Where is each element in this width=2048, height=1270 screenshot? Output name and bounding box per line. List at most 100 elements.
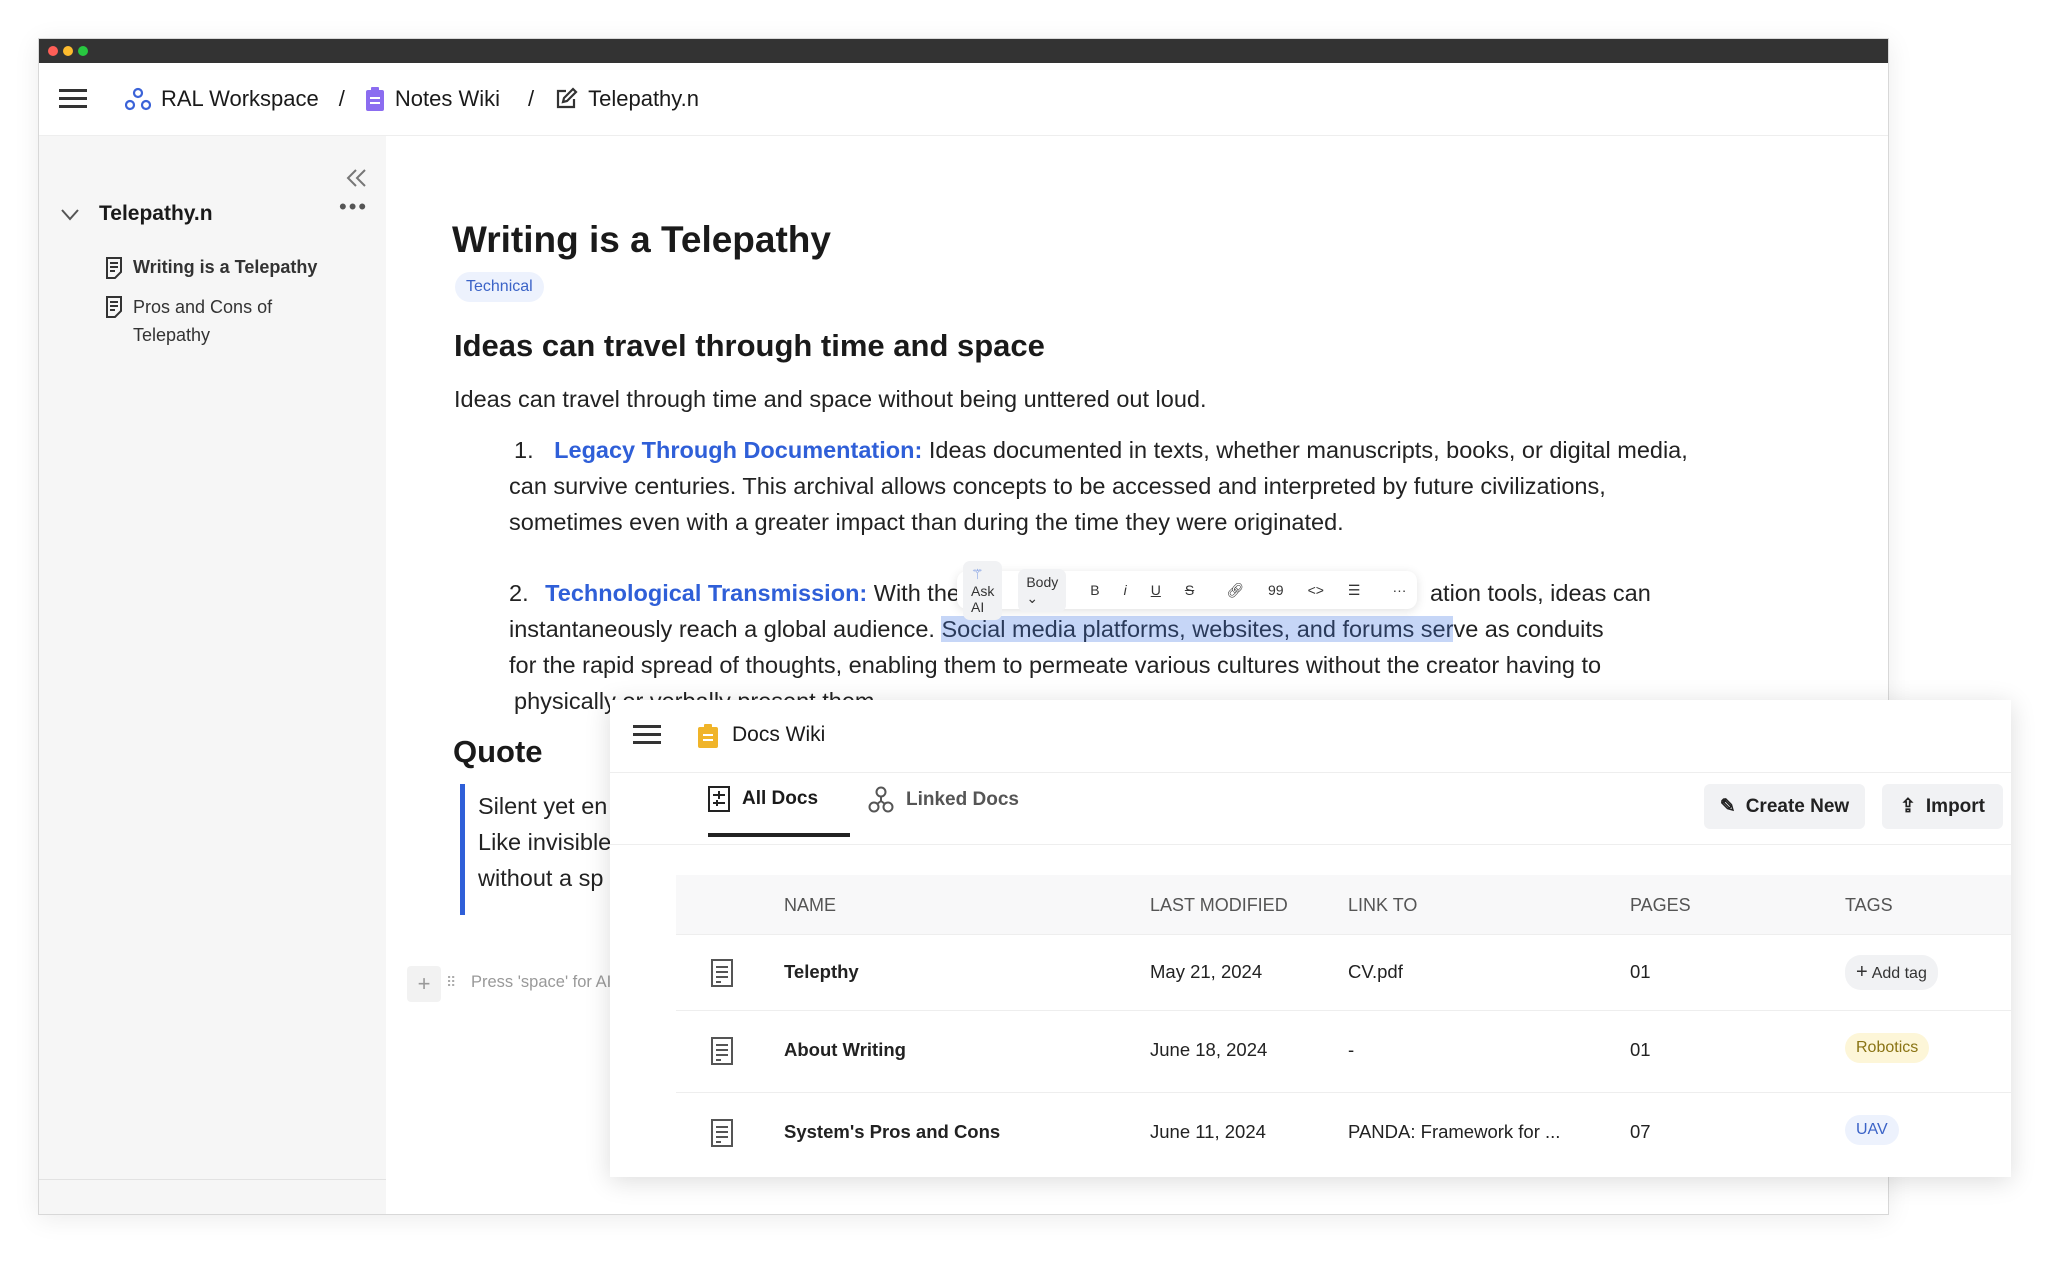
sidebar-folder-title[interactable]: Telepathy.n [99,202,213,226]
table-header [676,875,2011,935]
list-text: can survive centuries. This archival all… [509,473,1606,499]
sidebar-item-pros-cons[interactable]: Pros and Cons of Telepathy [105,293,325,349]
column-header-pages[interactable]: PAGES [1630,895,1691,916]
linked-docs-icon [868,786,894,813]
breadcrumb-notes-wiki[interactable]: Notes Wiki [365,86,500,112]
more-options-icon[interactable]: ••• [339,194,368,220]
code-button[interactable]: <> [1300,577,1332,603]
list-number: 2. [509,580,529,606]
breadcrumb-current-page[interactable]: Telepathy.n [554,86,699,112]
list-text: sometimes even with a greater impact tha… [509,509,1344,535]
plus-icon: + [1856,961,1868,983]
list-text: With the [873,580,960,606]
clipboard-icon [365,87,384,111]
list-item-1[interactable]: 1. Legacy Through Documentation: Ideas d… [509,432,1759,540]
section-heading[interactable]: Ideas can travel through time and space [454,328,1045,364]
doc-pages: 01 [1630,1039,1651,1060]
table-row[interactable] [676,934,2011,1010]
doc-name[interactable]: System's Pros and Cons [784,1121,1000,1143]
title-bar [39,39,1888,63]
tab-linked-docs[interactable]: Linked Docs [868,786,1019,814]
doc-link[interactable]: PANDA: Framework for ... [1348,1121,1560,1143]
doc-link[interactable]: CV.pdf [1348,961,1403,983]
doc-last-modified: May 21, 2024 [1150,961,1263,982]
doc-last-modified: June 18, 2024 [1150,1039,1268,1060]
format-toolbar: ⚚ Ask AI Body ⌄ B i U S 🔗︎ 99 <> ☰ ··· [957,560,1417,620]
close-window-button[interactable] [48,46,58,56]
add-block-button[interactable]: + [407,966,441,1002]
blockquote[interactable]: Silent yet en Like invisible without a s… [478,788,611,896]
column-header-tags[interactable]: TAGS [1845,895,1893,916]
sidebar-item-label: Writing is a Telepathy [133,257,318,277]
ask-ai-label: Ask AI [971,582,995,615]
doc-name[interactable]: About Writing [784,1039,906,1061]
sidebar: Telepathy.n ••• Writing is a Telepathy P… [39,136,386,1214]
import-button[interactable]: ⇪ Import [1882,784,2003,829]
divider [610,844,2011,845]
strikethrough-button[interactable]: S [1177,577,1202,603]
hamburger-menu-icon[interactable] [59,88,89,110]
document-icon [711,959,733,987]
document-icon [106,296,122,318]
tag-badge[interactable]: UAV [1845,1115,1899,1145]
editor-placeholder[interactable]: Press 'space' for AI, ' [471,973,624,992]
underline-button[interactable]: U [1143,577,1169,603]
magic-wand-icon: ⚚ [971,565,984,582]
document-icon [106,257,122,279]
edit-icon: ✎ [1719,796,1736,817]
panel-title: Docs Wiki [732,723,826,746]
sidebar-item-label: Pros and Cons of Telepathy [133,297,273,345]
ask-ai-button[interactable]: ⚚ Ask AI [963,560,1003,620]
divider [610,772,2011,773]
list-item-title: Legacy Through Documentation: [554,437,923,463]
bullet-list-icon[interactable]: ☰ [1340,577,1369,604]
quote-line: Like invisible [478,829,612,855]
more-options-button[interactable]: ··· [1384,577,1414,603]
doc-name[interactable]: Telepthy [784,961,859,983]
doc-pages: 01 [1630,961,1651,982]
add-tag-button[interactable]: + Add tag [1845,955,1938,990]
tag-badge[interactable]: Robotics [1845,1033,1930,1063]
active-tab-indicator [708,833,850,837]
breadcrumb-label: RAL Workspace [161,86,319,111]
create-new-button[interactable]: ✎ Create New [1704,784,1865,829]
italic-button[interactable]: i [1116,577,1135,603]
breadcrumb-workspace[interactable]: RAL Workspace [125,86,319,112]
chevron-down-icon: ⌄ [1026,589,1039,606]
column-header-last-modified[interactable]: LAST MODIFIED [1150,895,1288,916]
upload-icon: ⇪ [1899,796,1916,817]
list-item-title: Technological Transmission: [545,580,868,606]
quote-bar [460,784,465,915]
column-header-name[interactable]: NAME [784,895,836,916]
sidebar-divider [39,1179,386,1180]
selected-text[interactable]: Social media platforms, websites, and fo… [941,616,1454,642]
intro-paragraph[interactable]: Ideas can travel through time and space … [454,386,1207,413]
breadcrumb-label: Telepathy.n [588,86,700,111]
chevron-down-icon[interactable] [61,209,79,221]
drag-handle-icon[interactable]: ⠿ [446,974,456,991]
tab-all-docs[interactable]: All Docs [708,786,818,812]
page-title[interactable]: Writing is a Telepathy [452,219,831,261]
doc-link[interactable]: - [1348,1039,1354,1061]
tab-label: All Docs [742,788,819,809]
bold-button[interactable]: B [1082,577,1107,603]
tag-label: Robotics [1856,1039,1919,1056]
doc-last-modified: June 11, 2024 [1150,1121,1266,1142]
text-style-dropdown[interactable]: Body ⌄ [1018,568,1067,612]
list-text: Ideas documented in texts, whether manus… [928,437,1688,463]
sidebar-item-writing[interactable]: Writing is a Telepathy [105,257,317,279]
quote-heading[interactable]: Quote [453,734,543,770]
quote-button[interactable]: 99 [1260,577,1292,603]
row-divider [676,1092,2011,1093]
column-header-link-to[interactable]: LINK TO [1348,895,1417,916]
tab-label: Linked Docs [906,789,1019,810]
hamburger-menu-icon[interactable] [633,725,661,745]
collapse-sidebar-icon[interactable] [345,168,369,188]
create-new-label: Create New [1745,795,1850,817]
tag-technical[interactable]: Technical [455,272,544,302]
clipboard-icon [698,724,718,748]
list-number: 1. [514,437,534,463]
link-icon[interactable]: 🔗︎ [1218,577,1252,604]
maximize-window-button[interactable] [78,46,88,56]
minimize-window-button[interactable] [63,46,73,56]
